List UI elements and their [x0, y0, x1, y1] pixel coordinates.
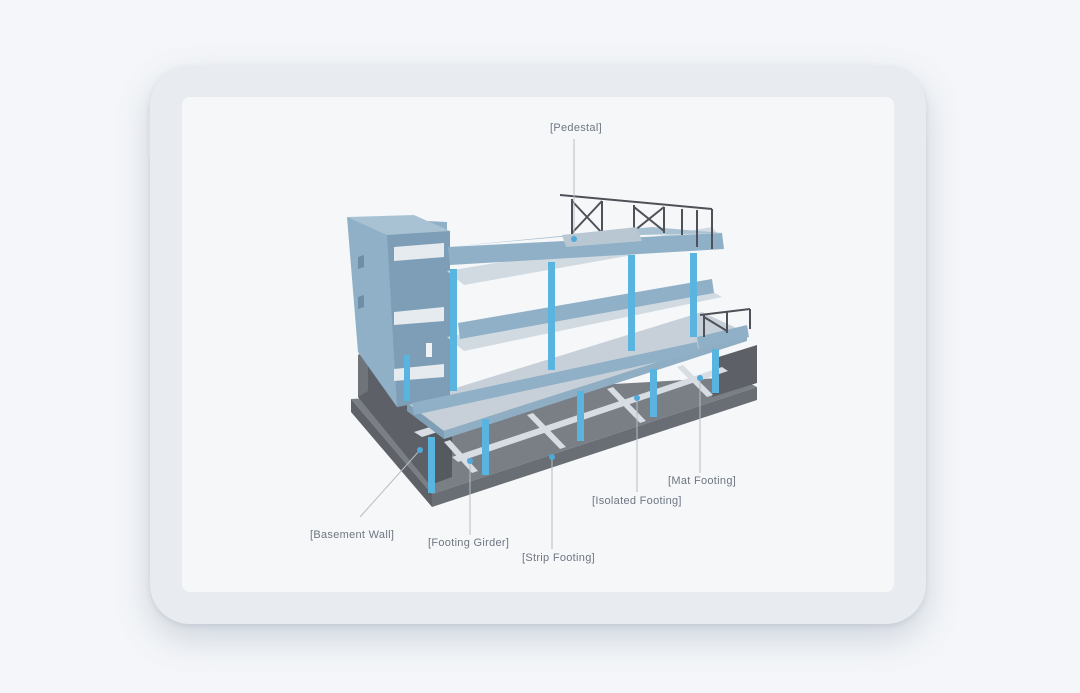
label-pedestal: [Pedestal]	[550, 122, 602, 134]
tablet-screen: [Pedestal] [Basement Wall] [Footing Gird…	[182, 97, 894, 592]
tablet-device: [Pedestal] [Basement Wall] [Footing Gird…	[147, 66, 926, 624]
label-isolated-footing: [Isolated Footing]	[592, 495, 682, 507]
label-footing-girder: [Footing Girder]	[428, 537, 510, 549]
label-mat-footing: [Mat Footing]	[668, 475, 737, 487]
tablet-side-button	[147, 106, 150, 156]
label-basement-wall: [Basement Wall]	[310, 529, 395, 541]
label-strip-footing: [Strip Footing]	[522, 552, 595, 564]
building-structure-diagram	[347, 139, 757, 549]
